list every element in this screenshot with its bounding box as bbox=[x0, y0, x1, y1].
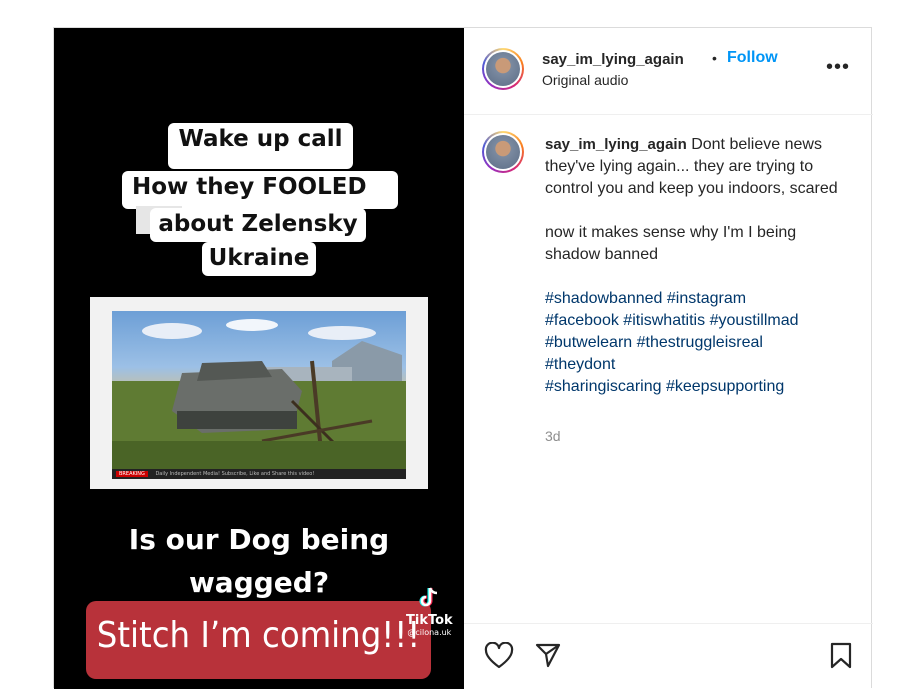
tiktok-brand: TikTok bbox=[406, 613, 453, 628]
armored-vehicle-scene bbox=[112, 319, 406, 471]
post-sidebar: say_im_lying_again • Follow Original aud… bbox=[464, 28, 873, 689]
post-video[interactable]: Wake up call How they FOOLED about Zelen… bbox=[54, 28, 464, 689]
video-caption-line2: about Zelensky & bbox=[150, 208, 366, 269]
tiktok-icon bbox=[419, 587, 438, 607]
heart-icon[interactable] bbox=[484, 642, 514, 670]
instagram-post: Wake up call How they FOOLED about Zelen… bbox=[53, 27, 873, 689]
action-bar bbox=[464, 623, 873, 690]
caption-username[interactable]: say_im_lying_again bbox=[545, 136, 687, 153]
question-line1: Is our Dog being bbox=[128, 523, 390, 556]
ticker-brand: BREAKING bbox=[116, 471, 148, 477]
share-icon[interactable] bbox=[534, 641, 562, 669]
caption-text-2: now it makes sense why I'm I being shado… bbox=[545, 224, 797, 263]
clip-image bbox=[112, 311, 406, 471]
more-options-button[interactable]: ••• bbox=[826, 56, 850, 79]
embedded-news-clip: BREAKING Daily Independent Media! Subscr… bbox=[90, 297, 428, 489]
post-timestamp[interactable]: 3d bbox=[545, 428, 561, 444]
header-separator: • bbox=[712, 50, 717, 66]
post-header: say_im_lying_again • Follow Original aud… bbox=[464, 28, 873, 115]
caption-avatar[interactable] bbox=[482, 131, 524, 173]
ticker-text: Daily Independent Media! Subscribe, Like… bbox=[155, 471, 315, 477]
hashtag[interactable]: #keepsupporting bbox=[666, 378, 784, 395]
hashtag[interactable]: #thestruggleisreal bbox=[637, 334, 763, 351]
bookmark-icon[interactable] bbox=[829, 642, 853, 670]
hashtag[interactable]: #sharingiscaring bbox=[545, 378, 662, 395]
post-caption: say_im_lying_again Dont believe news the… bbox=[545, 134, 850, 398]
tiktok-watermark: TikTok @cilona.uk bbox=[406, 586, 453, 638]
hashtag[interactable]: #facebook bbox=[545, 312, 619, 329]
news-ticker: BREAKING Daily Independent Media! Subscr… bbox=[112, 469, 406, 479]
stitch-banner: Stitch I’m coming!!! bbox=[86, 601, 431, 679]
tiktok-handle: @cilona.uk bbox=[407, 628, 452, 637]
hashtag[interactable]: #theydont bbox=[545, 356, 615, 373]
video-caption-line1: How they FOOLED bbox=[122, 171, 398, 234]
follow-button[interactable]: Follow bbox=[727, 49, 778, 67]
hashtag-list: #shadowbanned #instagram #facebook #itis… bbox=[545, 288, 850, 398]
hashtag[interactable]: #instagram bbox=[667, 290, 746, 307]
hashtag[interactable]: #youstillmad bbox=[710, 312, 799, 329]
hashtag[interactable]: #shadowbanned bbox=[545, 290, 662, 307]
video-caption-line1-text: How they FOOLED bbox=[132, 174, 367, 200]
hashtag[interactable]: #butwelearn bbox=[545, 334, 632, 351]
video-caption-title: Wake up call bbox=[168, 123, 353, 169]
hashtag[interactable]: #itiswhatitis bbox=[623, 312, 705, 329]
audio-label[interactable]: Original audio bbox=[542, 72, 628, 88]
author-avatar[interactable] bbox=[482, 48, 524, 90]
video-caption-line3: Ukraine bbox=[202, 242, 316, 276]
question-line2: wagged? bbox=[188, 566, 330, 599]
author-username[interactable]: say_im_lying_again bbox=[542, 51, 684, 68]
